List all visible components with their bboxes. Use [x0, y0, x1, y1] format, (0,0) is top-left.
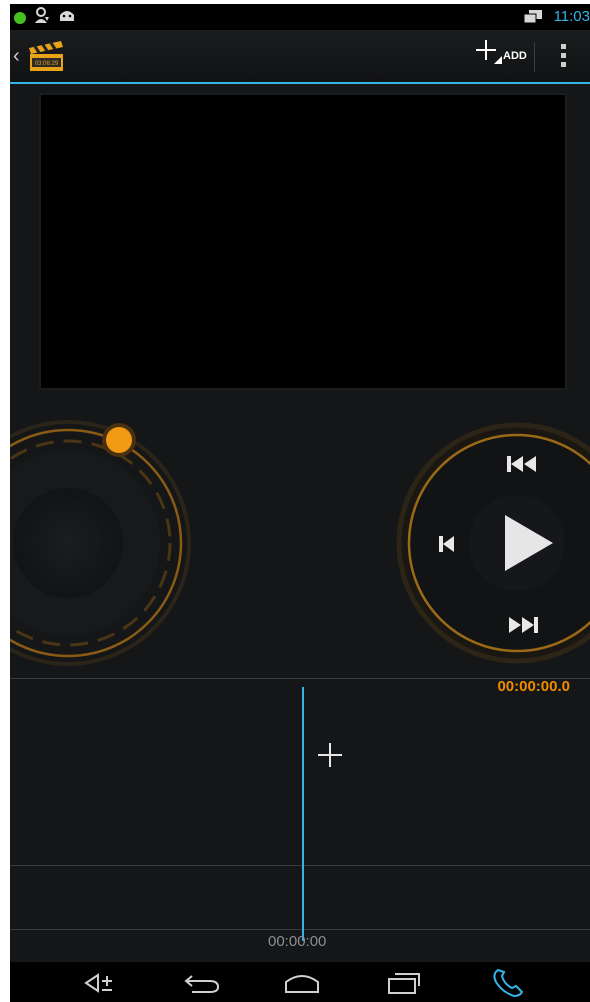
android-debug-icon [60, 11, 74, 21]
current-timecode: 00:00:00.0 [497, 678, 570, 695]
action-bar: ‹ 03:06:29 ADD [10, 30, 590, 84]
timeline[interactable] [10, 678, 590, 940]
navigation-bar [10, 962, 590, 1002]
app-screen: 11:03 ‹ 03:06:29 ADD 00:00:00.0 00:00:00 [10, 4, 590, 1002]
notification-dot-icon [14, 12, 26, 24]
timeline-bottom-border [10, 929, 590, 930]
volume-icon[interactable] [82, 970, 122, 996]
screen-mirror-icon [524, 10, 542, 24]
timeline-track-divider [10, 865, 590, 866]
user-download-icon [35, 7, 49, 23]
playhead-timecode: 00:00:00 [268, 933, 327, 950]
jog-wheel[interactable] [10, 420, 214, 666]
add-button[interactable]: ADD [470, 38, 532, 74]
transport-controls [393, 421, 590, 666]
status-clock: 11:03 [553, 8, 590, 25]
add-label: ADD [503, 50, 527, 62]
play-icon[interactable] [497, 513, 557, 573]
phone-icon[interactable] [488, 966, 528, 998]
recent-apps-icon[interactable] [385, 970, 425, 996]
add-clip-icon[interactable] [318, 743, 342, 767]
action-bar-divider [534, 42, 535, 72]
video-preview[interactable] [41, 95, 565, 388]
skip-to-start-icon[interactable] [505, 453, 541, 475]
jog-knob[interactable] [106, 427, 132, 453]
svg-text:03:06:29: 03:06:29 [35, 61, 59, 67]
status-bar: 11:03 [10, 4, 590, 30]
transport-ring [396, 422, 590, 664]
back-icon[interactable] [182, 970, 222, 996]
overflow-menu-icon[interactable] [557, 44, 571, 70]
clapperboard-icon[interactable]: 03:06:29 [26, 39, 66, 73]
step-back-icon[interactable] [437, 534, 457, 554]
add-plus-icon [476, 40, 496, 60]
playhead[interactable] [302, 687, 304, 941]
skip-to-end-icon[interactable] [505, 614, 541, 636]
dropdown-corner-icon [494, 56, 502, 64]
back-chevron-icon[interactable]: ‹ [13, 45, 20, 68]
home-icon[interactable] [282, 970, 322, 996]
